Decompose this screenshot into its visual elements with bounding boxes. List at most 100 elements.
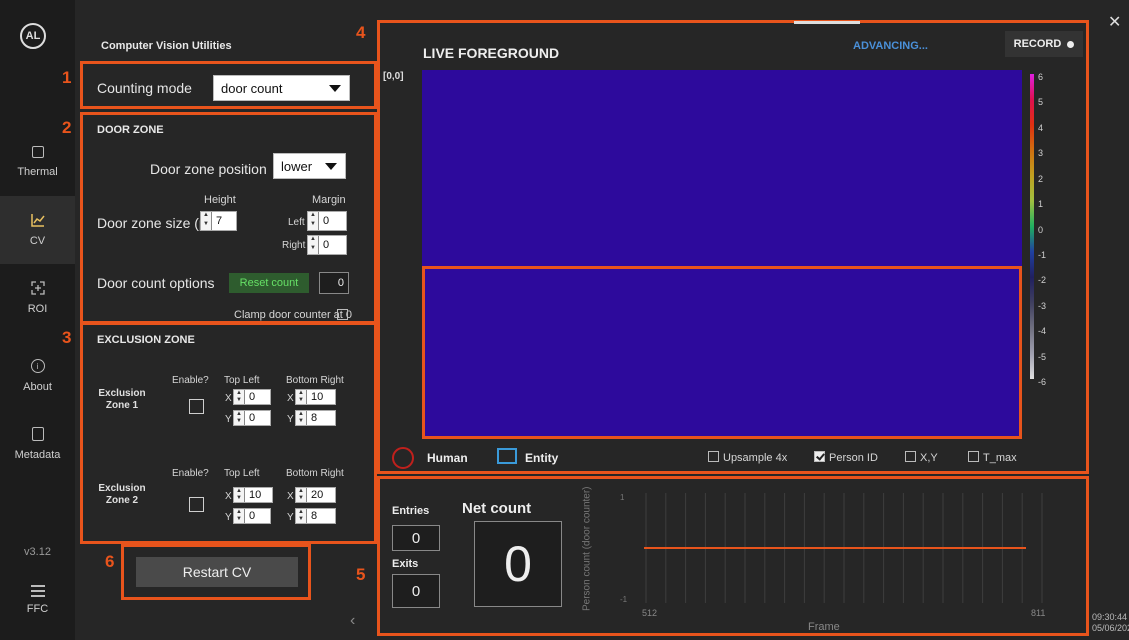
colorbar-tick: 2: [1038, 173, 1044, 184]
stepper-arrows[interactable]: ▲ ▼: [296, 509, 307, 523]
y-bottom-tick: -1: [620, 595, 628, 604]
exits-value: 0: [392, 574, 440, 608]
stepper-arrows[interactable]: ▲ ▼: [296, 488, 307, 502]
sidebar-item-roi[interactable]: ROI: [0, 264, 75, 332]
height-value: 7: [216, 215, 223, 227]
chart-ylabel: Person count (door counter): [581, 486, 593, 611]
colorbar-tick: 4: [1038, 122, 1044, 133]
zone-1-br-y-value: 8: [311, 412, 318, 424]
counting-mode-select[interactable]: door count: [213, 75, 350, 101]
option-label: Person ID: [829, 452, 878, 464]
document-icon: [31, 427, 44, 441]
door-zone-position-select[interactable]: lower: [273, 153, 346, 179]
colorbar-tick: -4: [1038, 326, 1047, 337]
zone-2-enable-checkbox[interactable]: [189, 497, 204, 512]
stepper-arrows[interactable]: ▲ ▼: [308, 236, 319, 254]
upsample-checkbox[interactable]: [708, 451, 719, 462]
zone-1-tl-y-value: 0: [249, 412, 256, 424]
colorbar-tick: 1: [1038, 199, 1044, 210]
margin-right-stepper[interactable]: ▲ ▼ 0: [307, 235, 347, 255]
zone-1-enable-checkbox[interactable]: [189, 399, 204, 414]
door-count-field[interactable]: 0: [319, 272, 349, 294]
zone-1-br-x-stepper[interactable]: ▲ ▼ 10: [295, 389, 336, 405]
sidebar-item-cv[interactable]: CV: [0, 196, 75, 264]
record-label: RECORD: [1013, 38, 1062, 50]
left-label: Left: [288, 217, 305, 228]
door-zone-box: DOOR ZONE Door zone position lower Heigh…: [80, 112, 377, 324]
zone-1-br-x-value: 10: [311, 391, 324, 403]
zone-2-br-y-value: 8: [311, 510, 318, 522]
chart-plot-area[interactable]: [638, 493, 1050, 603]
chart-icon: [30, 214, 45, 227]
human-legend-label: Human: [427, 451, 468, 465]
stepper-arrows[interactable]: ▲ ▼: [234, 488, 245, 502]
x-end-tick: 811: [1031, 608, 1046, 618]
sidebar-item-label: Thermal: [17, 166, 58, 178]
restart-cv-button[interactable]: Restart CV: [136, 557, 298, 587]
colorbar-tick: -1: [1038, 249, 1047, 260]
collapse-panel-icon[interactable]: ‹: [350, 612, 355, 630]
xy-checkbox[interactable]: [905, 451, 916, 462]
entries-value: 0: [392, 525, 440, 551]
top-left-label: Top Left: [224, 375, 260, 386]
sidebar-item-metadata[interactable]: Metadata: [0, 410, 75, 478]
bottom-right-label: Bottom Right: [286, 468, 344, 479]
stepper-arrows[interactable]: ▲ ▼: [234, 411, 245, 425]
y-label: Y: [225, 414, 232, 425]
margin-left-value: 0: [323, 215, 330, 227]
zone-1-tl-x-stepper[interactable]: ▲ ▼ 0: [233, 389, 271, 405]
counter-box: Entries 0 Exits 0 Net count 0 Person cou…: [377, 476, 1089, 636]
sidebar-item-about[interactable]: i About: [0, 342, 75, 410]
app-logo: AL: [20, 23, 46, 49]
person-id-checkbox[interactable]: [814, 451, 825, 462]
stepper-arrows[interactable]: ▲ ▼: [296, 390, 307, 404]
option-label: X,Y: [920, 452, 938, 464]
person-id-option[interactable]: Person ID: [814, 451, 878, 464]
zone-1-tl-x-value: 0: [249, 391, 256, 403]
panel-title: Computer Vision Utilities: [101, 40, 232, 52]
clamp-checkbox[interactable]: [337, 309, 348, 320]
tmax-checkbox[interactable]: [968, 451, 979, 462]
close-icon[interactable]: ✕: [1108, 12, 1121, 32]
counting-mode-value: door count: [221, 80, 283, 96]
zone-2-tl-x-stepper[interactable]: ▲ ▼ 10: [233, 487, 273, 503]
bottom-right-label: Bottom Right: [286, 375, 344, 386]
margin-right-value: 0: [323, 239, 330, 251]
stepper-arrows[interactable]: ▲ ▼: [201, 212, 212, 230]
stepper-arrows[interactable]: ▲ ▼: [234, 390, 245, 404]
sidebar-item-thermal[interactable]: Thermal: [0, 128, 75, 196]
zone-1-tl-y-stepper[interactable]: ▲ ▼ 0: [233, 410, 271, 426]
height-stepper[interactable]: ▲ ▼ 7: [200, 211, 237, 231]
sidebar: AL Thermal CV ROI i About Metadata v3.12…: [0, 0, 75, 640]
drag-handle[interactable]: [794, 21, 860, 24]
thermal-icon: [31, 146, 44, 158]
zone-name-line: Zone 1: [105, 400, 139, 411]
zone-1-br-y-stepper[interactable]: ▲ ▼ 8: [295, 410, 336, 426]
zone-2-tl-y-stepper[interactable]: ▲ ▼ 0: [233, 508, 271, 524]
ffc-button[interactable]: FFC: [0, 585, 75, 615]
zone-2-br-x-value: 20: [311, 489, 324, 501]
callout-4: 4: [356, 23, 366, 42]
record-button[interactable]: RECORD: [1005, 31, 1083, 57]
door-zone-position-value: lower: [281, 158, 313, 174]
zone-2-br-y-stepper[interactable]: ▲ ▼ 8: [295, 508, 336, 524]
tmax-option[interactable]: T_max: [968, 451, 1017, 464]
upsample-option[interactable]: Upsample 4x: [708, 451, 787, 464]
restart-box: Restart CV: [121, 544, 311, 600]
stepper-arrows[interactable]: ▲ ▼: [308, 212, 319, 230]
reset-count-button[interactable]: Reset count: [229, 273, 309, 293]
zone-2-br-x-stepper[interactable]: ▲ ▼ 20: [295, 487, 336, 503]
stepper-arrows[interactable]: ▲ ▼: [296, 411, 307, 425]
chevron-down-icon: [325, 163, 337, 170]
colorbar-tick: -2: [1038, 275, 1047, 286]
margin-left-stepper[interactable]: ▲ ▼ 0: [307, 211, 347, 231]
x-start-tick: 512: [642, 608, 658, 618]
xy-option[interactable]: X,Y: [905, 451, 938, 464]
margin-label: Margin: [312, 194, 346, 206]
version-label: v3.12: [24, 546, 51, 558]
x-label: X: [287, 491, 294, 502]
entries-label: Entries: [392, 505, 430, 517]
door-count-options-label: Door count options: [97, 275, 215, 291]
door-zone-position-label: Door zone position: [150, 161, 267, 177]
stepper-arrows[interactable]: ▲ ▼: [234, 509, 245, 523]
